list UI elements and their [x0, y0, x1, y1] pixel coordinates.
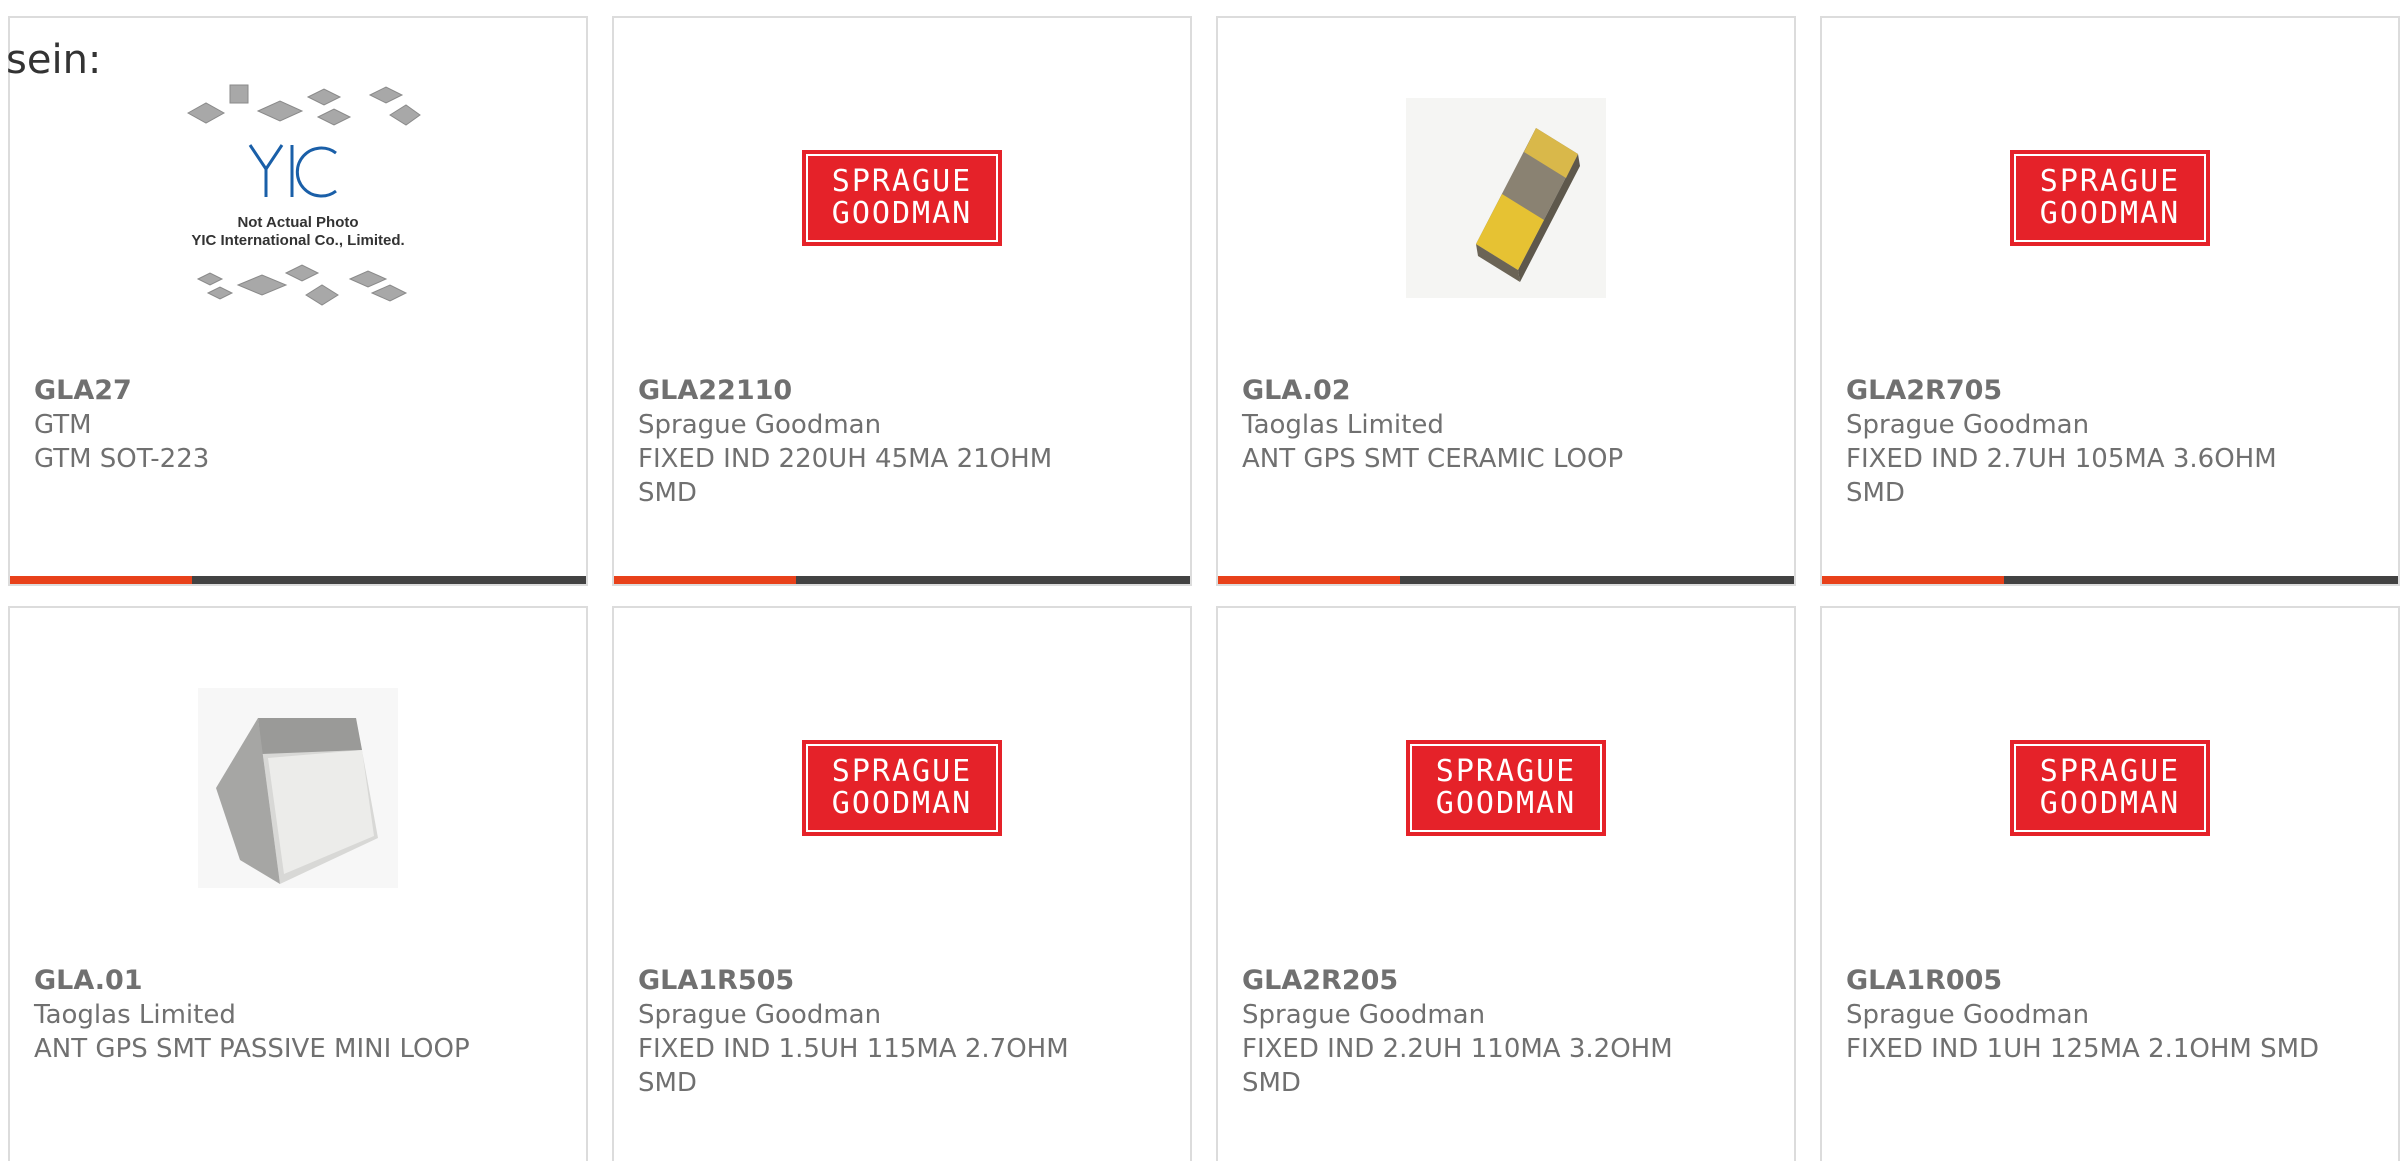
manufacturer: Sprague Goodman — [1242, 1000, 1486, 1030]
logo-line-2: GOODMAN — [2039, 196, 2181, 231]
logo-line-1: SPRAGUE — [831, 754, 973, 789]
description: FIXED IND 1UH 125MA 2.1OHM SMD — [1846, 1034, 2320, 1064]
product-image[interactable]: SPRAGUE GOODMAN — [1822, 668, 2398, 908]
sprague-goodman-logo: SPRAGUE GOODMAN — [802, 740, 1002, 836]
description: FIXED IND 1.5UH 115MA 2.7OHM SMD — [638, 1034, 1069, 1098]
manufacturer: Sprague Goodman — [638, 1000, 882, 1030]
product-image[interactable]: Not Actual Photo YIC International Co., … — [10, 78, 586, 318]
manufacturer: Taoglas Limited — [34, 1000, 236, 1030]
product-info: GLA27 GTM GTM SOT-223 — [34, 374, 514, 476]
sprague-goodman-logo: SPRAGUE GOODMAN — [2010, 150, 2210, 246]
part-number-link[interactable]: GLA1R505 — [638, 964, 1118, 998]
logo-line-1: SPRAGUE — [2039, 754, 2181, 789]
part-number-link[interactable]: GLA22110 — [638, 374, 1118, 408]
product-card[interactable]: Not Actual Photo YIC International Co., … — [8, 16, 588, 586]
silver-chip-antenna-image — [198, 688, 398, 888]
product-card[interactable]: SPRAGUE GOODMAN GLA2R705 Sprague Goodman… — [1820, 16, 2400, 586]
product-info: GLA.02 Taoglas Limited ANT GPS SMT CERAM… — [1242, 374, 1722, 476]
logo-line-2: GOODMAN — [831, 786, 973, 821]
yic-caption-2: YIC International Co., Limited. — [191, 232, 404, 249]
logo-line-1: SPRAGUE — [831, 164, 973, 199]
product-info: GLA1R005 Sprague Goodman FIXED IND 1UH 1… — [1846, 964, 2326, 1066]
sprague-goodman-logo: SPRAGUE GOODMAN — [802, 150, 1002, 246]
manufacturer: Sprague Goodman — [638, 410, 882, 440]
product-card[interactable]: GLA.01 Taoglas Limited ANT GPS SMT PASSI… — [8, 606, 588, 1161]
card-accent-bar — [1218, 576, 1400, 584]
description: ANT GPS SMT CERAMIC LOOP — [1242, 444, 1624, 474]
product-grid-page: sein: Not Actual Photo YIC International… — [0, 0, 2400, 1161]
logo-line-2: GOODMAN — [831, 196, 973, 231]
card-accent-bar — [1822, 576, 2004, 584]
product-image[interactable] — [10, 668, 586, 908]
description: FIXED IND 220UH 45MA 21OHM SMD — [638, 444, 1053, 508]
part-number-link[interactable]: GLA2R705 — [1846, 374, 2326, 408]
product-image[interactable]: SPRAGUE GOODMAN — [614, 78, 1190, 318]
product-info: GLA2R705 Sprague Goodman FIXED IND 2.7UH… — [1846, 374, 2326, 510]
manufacturer: GTM — [34, 410, 92, 440]
description: ANT GPS SMT PASSIVE MINI LOOP — [34, 1034, 470, 1064]
yic-placeholder-image: Not Actual Photo YIC International Co., … — [186, 84, 421, 306]
product-info: GLA1R505 Sprague Goodman FIXED IND 1.5UH… — [638, 964, 1118, 1100]
manufacturer: Taoglas Limited — [1242, 410, 1444, 440]
product-image[interactable]: SPRAGUE GOODMAN — [1218, 668, 1794, 908]
sprague-goodman-logo: SPRAGUE GOODMAN — [2010, 740, 2210, 836]
logo-line-2: GOODMAN — [1435, 786, 1577, 821]
product-card[interactable]: SPRAGUE GOODMAN GLA22110 Sprague Goodman… — [612, 16, 1192, 586]
manufacturer: Sprague Goodman — [1846, 410, 2090, 440]
product-card[interactable]: SPRAGUE GOODMAN GLA2R205 Sprague Goodman… — [1216, 606, 1796, 1161]
product-card[interactable]: GLA.02 Taoglas Limited ANT GPS SMT CERAM… — [1216, 16, 1796, 586]
card-bottom-bar — [10, 576, 586, 584]
logo-line-1: SPRAGUE — [1435, 754, 1577, 789]
manufacturer: Sprague Goodman — [1846, 1000, 2090, 1030]
prefix-label: sein: — [6, 37, 102, 83]
product-card[interactable]: SPRAGUE GOODMAN GLA1R005 Sprague Goodman… — [1820, 606, 2400, 1161]
product-info: GLA2R205 Sprague Goodman FIXED IND 2.2UH… — [1242, 964, 1722, 1100]
part-number-link[interactable]: GLA.02 — [1242, 374, 1722, 408]
card-bottom-bar — [1218, 576, 1794, 584]
logo-line-1: SPRAGUE — [2039, 164, 2181, 199]
logo-line-2: GOODMAN — [2039, 786, 2181, 821]
description: FIXED IND 2.7UH 105MA 3.6OHM SMD — [1846, 444, 2277, 508]
yic-caption-1: Not Actual Photo — [237, 214, 358, 231]
product-info: GLA.01 Taoglas Limited ANT GPS SMT PASSI… — [34, 964, 514, 1066]
sprague-goodman-logo: SPRAGUE GOODMAN — [1406, 740, 1606, 836]
product-grid: Not Actual Photo YIC International Co., … — [0, 0, 2400, 1161]
gold-chip-antenna-image — [1406, 98, 1606, 298]
product-image[interactable]: SPRAGUE GOODMAN — [614, 668, 1190, 908]
card-accent-bar — [614, 576, 796, 584]
description: FIXED IND 2.2UH 110MA 3.2OHM SMD — [1242, 1034, 1673, 1098]
product-card[interactable]: SPRAGUE GOODMAN GLA1R505 Sprague Goodman… — [612, 606, 1192, 1161]
part-number-link[interactable]: GLA27 — [34, 374, 514, 408]
description: GTM SOT-223 — [34, 444, 210, 474]
product-info: GLA22110 Sprague Goodman FIXED IND 220UH… — [638, 374, 1118, 510]
card-bottom-bar — [614, 576, 1190, 584]
product-image[interactable]: SPRAGUE GOODMAN — [1822, 78, 2398, 318]
part-number-link[interactable]: GLA.01 — [34, 964, 514, 998]
part-number-link[interactable]: GLA1R005 — [1846, 964, 2326, 998]
product-image[interactable] — [1218, 78, 1794, 318]
part-number-link[interactable]: GLA2R205 — [1242, 964, 1722, 998]
card-accent-bar — [10, 576, 192, 584]
card-bottom-bar — [1822, 576, 2398, 584]
